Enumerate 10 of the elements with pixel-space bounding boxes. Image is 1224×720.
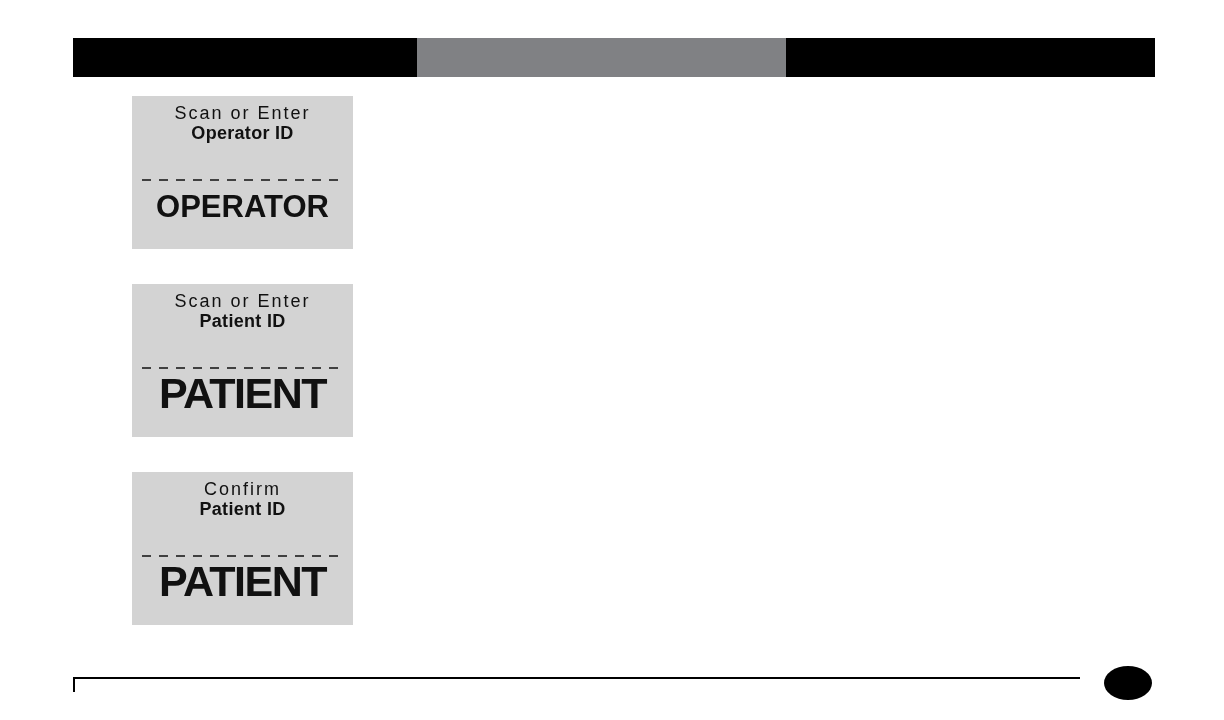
screen-prompt: Scan or Enter xyxy=(174,103,311,123)
oval-marker-icon xyxy=(1104,666,1152,700)
screen-field-label: Operator ID xyxy=(191,123,294,143)
screen-field-label: Patient ID xyxy=(199,311,286,331)
screen-prompt: Confirm xyxy=(204,479,281,499)
screen-prompt: Scan or Enter xyxy=(174,291,311,311)
screen-field-label: Patient ID xyxy=(199,499,286,519)
screen-entry-value: OPERATOR xyxy=(156,191,329,222)
screen-entry-value: PATIENT xyxy=(158,372,327,415)
screen-entry-value: PATIENT xyxy=(158,560,327,603)
